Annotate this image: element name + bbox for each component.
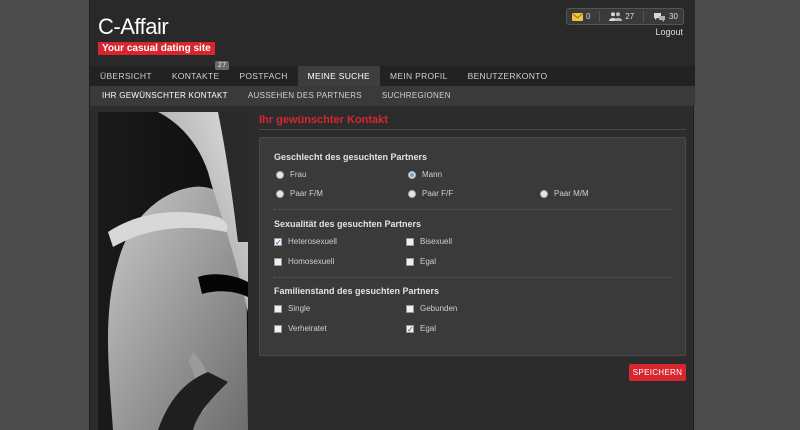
option-label: Egal: [420, 324, 437, 333]
sexuality-option-egal[interactable]: Egal: [406, 257, 436, 266]
separator: [643, 11, 645, 22]
subnav-item-gewuenschter-kontakt[interactable]: IHR GEWÜNSCHTER KONTAKT: [92, 86, 238, 106]
option-label: Mann: [422, 170, 443, 179]
subnav-item-aussehen[interactable]: AUSSEHEN DES PARTNERS: [238, 86, 372, 106]
checkbox[interactable]: [274, 324, 282, 333]
radio-button-selected[interactable]: [408, 170, 416, 179]
subnav-item-suchregionen[interactable]: SUCHREGIONEN: [372, 86, 461, 106]
messages-counter[interactable]: 0: [572, 12, 590, 21]
nav-item-meine-suche[interactable]: MEINE SUCHE: [297, 66, 380, 86]
page-container: C-Affair Your casual dating site 0 27 30…: [89, 0, 695, 430]
nav-item-kontakte[interactable]: KONTAKTE 27: [162, 61, 230, 86]
status-option-egal[interactable]: ✓ Egal: [406, 324, 436, 333]
gender-heading: Geschlecht des gesuchten Partners: [274, 152, 428, 162]
sexuality-option-homosexuell[interactable]: Homosexuell: [274, 257, 334, 266]
logo-text: C-Affair: [98, 14, 169, 39]
gender-option-paar-ff[interactable]: Paar F/F: [408, 189, 453, 198]
main-nav: ÜBERSICHT KONTAKTE 27 POSTFACH MEINE SUC…: [90, 61, 695, 86]
option-label: Heterosexuell: [288, 237, 337, 246]
gender-option-frau[interactable]: Frau: [276, 170, 306, 179]
option-label: Gebunden: [420, 304, 458, 313]
option-label: Paar F/F: [422, 189, 454, 198]
contacts-counter[interactable]: 27: [609, 12, 634, 21]
page-title: Ihr gewünschter Kontakt: [259, 114, 388, 126]
status-option-single[interactable]: Single: [274, 304, 310, 313]
gender-option-mann[interactable]: Mann: [408, 170, 442, 179]
section-divider: [274, 209, 672, 210]
couple-photo: [98, 112, 248, 430]
nav-item-postfach[interactable]: POSTFACH: [229, 66, 297, 86]
notification-box: 0 27 30: [566, 8, 684, 25]
status-heading: Familienstand des gesuchten Partners: [274, 286, 440, 296]
radio-button[interactable]: [276, 189, 284, 198]
checkbox[interactable]: [274, 257, 282, 266]
sexuality-option-bisexuell[interactable]: Bisexuell: [406, 237, 452, 246]
checkbox[interactable]: [406, 304, 414, 313]
logout-link[interactable]: Logout: [655, 27, 683, 37]
users-icon: [609, 12, 623, 21]
checkbox-checked[interactable]: ✓: [406, 324, 414, 333]
option-label: Verheiratet: [288, 324, 327, 333]
radio-button[interactable]: [276, 170, 284, 179]
section-divider: [274, 277, 672, 278]
checkbox-checked[interactable]: ✓: [274, 237, 282, 246]
option-label: Bisexuell: [420, 237, 453, 246]
chat-bubbles-icon: [654, 12, 666, 22]
gender-option-paar-mm[interactable]: Paar M/M: [540, 189, 589, 198]
status-option-gebunden[interactable]: Gebunden: [406, 304, 457, 313]
messages-count: 0: [586, 12, 591, 21]
separator: [599, 11, 601, 22]
option-label: Single: [288, 304, 311, 313]
nav-item-benutzerkonto[interactable]: BENUTZERKONTO: [458, 66, 558, 86]
search-preferences-panel: Geschlecht des gesuchten Partners Frau M…: [259, 137, 686, 356]
chat-count: 30: [669, 12, 678, 21]
header: C-Affair Your casual dating site 0 27 30…: [90, 0, 695, 66]
nav-item-uebersicht[interactable]: ÜBERSICHT: [90, 66, 162, 86]
chat-counter[interactable]: 30: [653, 12, 678, 22]
gender-option-paar-fm[interactable]: Paar F/M: [276, 189, 323, 198]
checkbox[interactable]: [406, 237, 414, 246]
radio-button[interactable]: [540, 189, 548, 198]
nav-item-label: KONTAKTE: [171, 71, 220, 81]
envelope-icon: [572, 12, 583, 21]
save-button[interactable]: SPEICHERN: [629, 364, 686, 381]
contacts-badge: 27: [215, 61, 230, 70]
option-label: Frau: [290, 170, 307, 179]
nav-item-mein-profil[interactable]: MEIN PROFIL: [380, 66, 458, 86]
sexuality-heading: Sexualität des gesuchten Partners: [274, 219, 422, 229]
title-divider: [259, 129, 686, 130]
status-option-verheiratet[interactable]: Verheiratet: [274, 324, 327, 333]
option-label: Homosexuell: [288, 257, 335, 266]
option-label: Paar M/M: [554, 189, 589, 198]
option-label: Paar F/M: [290, 189, 323, 198]
radio-button[interactable]: [408, 189, 416, 198]
logo[interactable]: C-Affair Your casual dating site: [98, 16, 215, 56]
checkbox[interactable]: [274, 304, 282, 313]
sexuality-option-heterosexuell[interactable]: ✓ Heterosexuell: [274, 237, 337, 246]
tagline: Your casual dating site: [98, 42, 215, 55]
option-label: Egal: [420, 257, 437, 266]
contacts-count: 27: [625, 12, 635, 21]
sub-nav: IHR GEWÜNSCHTER KONTAKT AUSSEHEN DES PAR…: [90, 86, 695, 106]
checkbox[interactable]: [406, 257, 414, 266]
